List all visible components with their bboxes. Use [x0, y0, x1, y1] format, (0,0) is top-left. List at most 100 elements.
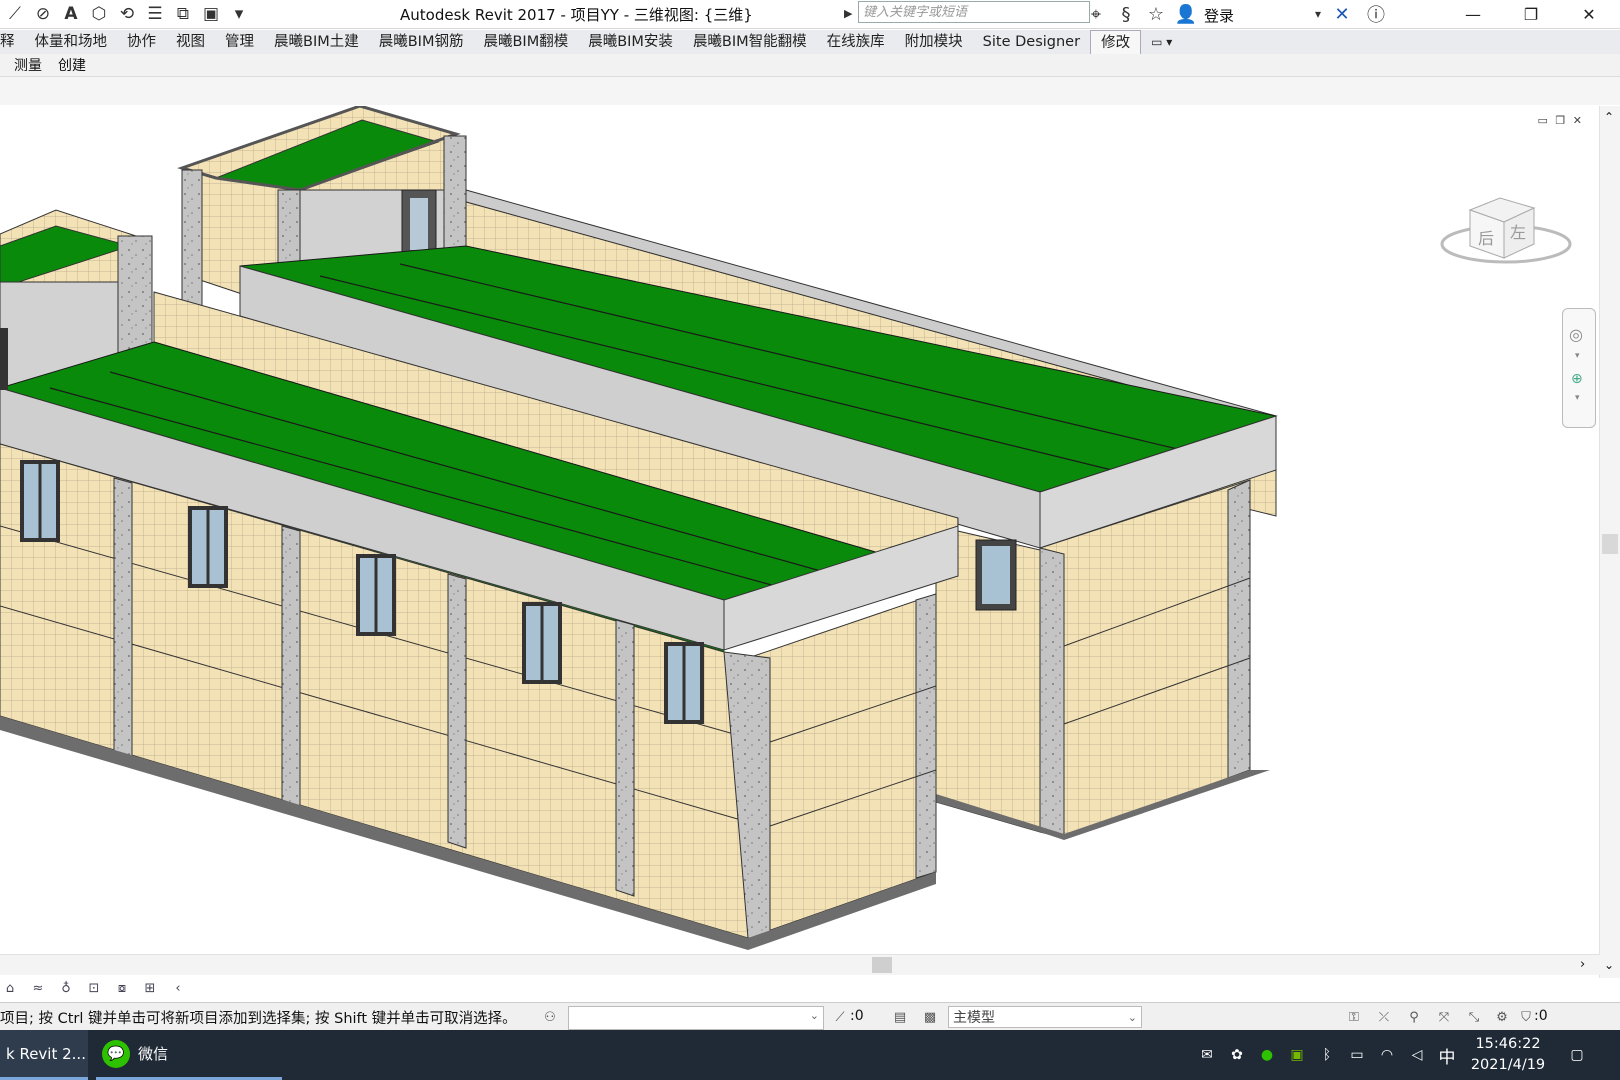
restore-button[interactable]: ❐: [1502, 0, 1560, 28]
tab-collaborate[interactable]: 协作: [117, 30, 166, 54]
filter-icon[interactable]: ⛉: [1516, 1007, 1536, 1027]
tab-bim-install[interactable]: 晨曦BIM安装: [578, 30, 683, 54]
sync-icon[interactable]: ⟲: [116, 3, 138, 25]
panel-create[interactable]: 创建: [54, 56, 90, 76]
workset-combo[interactable]: ⌄: [568, 1006, 824, 1030]
photos-icon[interactable]: ✿: [1226, 1044, 1248, 1066]
vertical-scroll-thumb[interactable]: [1602, 534, 1618, 554]
select-underlay-icon[interactable]: ⤫: [1374, 1007, 1394, 1027]
scroll-right-icon[interactable]: ›: [1580, 957, 1585, 972]
design-options-combo[interactable]: 主模型 ⌄: [948, 1006, 1142, 1028]
select-by-face-icon[interactable]: ⤧: [1434, 1007, 1454, 1027]
tab-manage[interactable]: 管理: [215, 30, 264, 54]
tab-bim-model[interactable]: 晨曦BIM翻模: [473, 30, 578, 54]
chevron-down-icon[interactable]: ⌄: [810, 1009, 819, 1022]
drag-elements-icon[interactable]: ⤡: [1464, 1007, 1484, 1027]
viewcube-face-left[interactable]: 左: [1510, 223, 1526, 242]
tab-online-library[interactable]: 在线族库: [817, 30, 895, 54]
select-links-icon[interactable]: ⚿: [1344, 1007, 1364, 1027]
taskbar-wechat[interactable]: 💬 微信: [96, 1030, 282, 1080]
search-input[interactable]: [858, 1, 1090, 23]
zoom-icon[interactable]: ⊕: [1571, 371, 1583, 387]
view-window-controls[interactable]: ▭ ❐ ✕: [1538, 114, 1584, 127]
tab-massing-site[interactable]: 体量和场地: [25, 30, 118, 54]
tag-icon[interactable]: ⊘: [32, 3, 54, 25]
panel-measure[interactable]: 测量: [10, 56, 46, 76]
tab-bim-rebar[interactable]: 晨曦BIM钢筋: [369, 30, 474, 54]
ribbon-minimize-icon[interactable]: ▭ ▾: [1141, 30, 1182, 54]
battery-icon[interactable]: ▭: [1346, 1044, 1368, 1066]
close-button[interactable]: ✕: [1560, 0, 1618, 28]
login-label[interactable]: 登录: [1204, 5, 1234, 26]
chevron-down-icon[interactable]: ▾: [1575, 393, 1580, 403]
binoculars-icon[interactable]: ⌖: [1084, 2, 1108, 26]
dropdown-icon[interactable]: ▾: [1306, 2, 1330, 26]
minimize-button[interactable]: —: [1444, 0, 1502, 28]
close-hidden-icon[interactable]: ⧉: [172, 3, 194, 25]
help-icon[interactable]: ⓘ: [1364, 2, 1388, 26]
favorites-icon[interactable]: ☆: [1144, 2, 1168, 26]
crop-icon[interactable]: ⊡: [84, 979, 104, 997]
navigation-bar[interactable]: ◎ ▾ ⊕ ▾: [1562, 308, 1596, 428]
selection-icon[interactable]: ⟋: [830, 1007, 850, 1027]
tab-modify[interactable]: 修改: [1090, 29, 1142, 55]
switch-windows-icon[interactable]: ▣: [200, 3, 222, 25]
vertical-scrollbar[interactable]: ⌃ ⌄: [1599, 106, 1620, 978]
notification-icon[interactable]: ▢: [1566, 1044, 1588, 1066]
ribbon-tabs: 释 体量和场地 协作 视图 管理 晨曦BIM土建 晨曦BIM钢筋 晨曦BIM翻模…: [0, 29, 1620, 55]
background-process-icon[interactable]: ⚙: [1492, 1007, 1512, 1027]
nvidia-icon[interactable]: ▣: [1286, 1044, 1308, 1066]
tab-addins[interactable]: 附加模块: [895, 30, 973, 54]
3d-viewport[interactable]: ▭ ❐ ✕ 后 左 ◎ ▾ ⊕ ▾ ⌃ ⌄ ›: [0, 106, 1620, 978]
revit-label: k Revit 2...: [6, 1044, 86, 1063]
selection-count: :0: [850, 1008, 864, 1024]
scroll-up-icon[interactable]: ⌃: [1604, 110, 1614, 124]
ime-indicator[interactable]: 中: [1436, 1044, 1458, 1068]
chevron-down-icon[interactable]: ▾: [1575, 351, 1580, 361]
quick-access-toolbar: ⟋ ⊘ A ⬡ ⟲ ☰ ⧉ ▣ ▾: [4, 2, 256, 26]
measure-icon[interactable]: ⟋: [4, 3, 26, 25]
taskbar: k Revit 2... 💬 微信 ✉ ✿ ● ▣ ᛒ ▭ ◠ ◁ 中 15:4…: [0, 1030, 1620, 1080]
shadows-icon[interactable]: ♁: [56, 979, 76, 997]
wifi-icon[interactable]: ◠: [1376, 1044, 1398, 1066]
ribbon-panel: 测量 创建: [0, 54, 1620, 105]
tab-view[interactable]: 视图: [166, 30, 215, 54]
worksets-icon[interactable]: ⚇: [540, 1007, 560, 1027]
horizontal-scroll-thumb[interactable]: [872, 957, 892, 973]
design-option-icon[interactable]: ▩: [920, 1007, 940, 1027]
wechat-tray-icon[interactable]: ●: [1256, 1044, 1278, 1066]
status-message: 项目; 按 Ctrl 键并单击可将新项目添加到选择集; 按 Shift 键并单击…: [0, 1011, 517, 1027]
chevron-down-icon[interactable]: ⌄: [1128, 1007, 1137, 1029]
thin-lines-icon[interactable]: ☰: [144, 3, 166, 25]
steering-wheel-icon[interactable]: ◎: [1569, 325, 1583, 344]
visual-style-icon[interactable]: ⌂: [0, 979, 20, 997]
sun-path-icon[interactable]: ≈: [28, 979, 48, 997]
viewcube-face-back[interactable]: 后: [1478, 229, 1494, 248]
text-icon[interactable]: A: [60, 3, 82, 25]
scroll-left-icon[interactable]: ‹: [168, 979, 188, 997]
exchange-icon[interactable]: ✕: [1330, 2, 1354, 26]
scroll-down-icon[interactable]: ⌄: [1604, 958, 1614, 972]
customize-icon[interactable]: ▾: [228, 3, 250, 25]
subscription-icon[interactable]: §: [1114, 2, 1138, 26]
filter-count: :0: [1534, 1008, 1548, 1024]
editable-only-icon[interactable]: ▤: [890, 1007, 910, 1027]
viewcube[interactable]: 后 左: [1438, 186, 1578, 286]
tab-bim-civil[interactable]: 晨曦BIM土建: [264, 30, 369, 54]
tab-bim-smart-model[interactable]: 晨曦BIM智能翻模: [683, 30, 817, 54]
select-pinned-icon[interactable]: ⚲: [1404, 1007, 1424, 1027]
temp-hide-icon[interactable]: ⧇: [112, 979, 132, 997]
horizontal-scrollbar[interactable]: ›: [0, 954, 1600, 975]
tab-annotate[interactable]: 释: [0, 30, 25, 54]
bluetooth-icon[interactable]: ᛒ: [1316, 1044, 1338, 1066]
volume-icon[interactable]: ◁: [1406, 1044, 1428, 1066]
building-model[interactable]: [0, 106, 1600, 954]
tab-site-designer[interactable]: Site Designer: [973, 30, 1090, 54]
3d-view-icon[interactable]: ⬡: [88, 3, 110, 25]
user-icon[interactable]: 👤: [1174, 2, 1198, 26]
taskbar-revit[interactable]: k Revit 2...: [0, 1030, 88, 1080]
mail-icon[interactable]: ✉: [1196, 1044, 1218, 1066]
expand-arrow-icon[interactable]: ▶: [844, 2, 856, 24]
reveal-icon[interactable]: ⊞: [140, 979, 160, 997]
clock[interactable]: 15:46:22 2021/4/19: [1468, 1034, 1548, 1076]
